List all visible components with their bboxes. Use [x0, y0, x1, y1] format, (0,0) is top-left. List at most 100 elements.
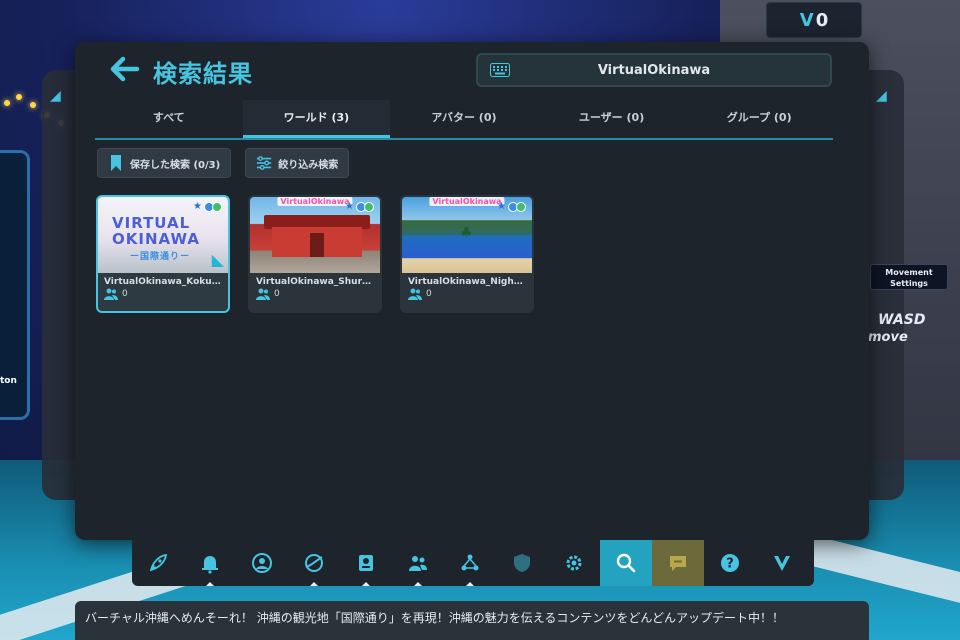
world-card[interactable]: VIRTUAL OKINAWA ー国際通りー ★ ◣ VirtualOkinaw…	[96, 195, 230, 313]
dock-indicator	[206, 582, 214, 586]
user-profile-icon	[252, 553, 272, 573]
castle-hall	[272, 227, 362, 257]
thumbnail-subtitle: ー国際通りー	[130, 252, 191, 262]
movement-settings-label: Movement Settings	[870, 264, 948, 290]
dock-messages[interactable]	[652, 540, 704, 586]
world-description-ticker: バーチャル沖縄へめんそーれ！ 沖縄の観光地「国際通り」を再現！沖縄の魅力を伝える…	[75, 601, 869, 640]
platform-quest-icon	[364, 201, 374, 212]
keyboard-icon	[490, 63, 510, 77]
world-name: VirtualOkinawa_Shurijo	[256, 277, 375, 287]
user-count: 0	[122, 289, 128, 299]
world-sign-label: ton	[0, 376, 17, 386]
page-title: 検索結果	[153, 60, 253, 88]
thumbnail-logo: VirtualOkinawa	[429, 197, 505, 206]
dock-indicator	[466, 582, 474, 586]
search-input[interactable]: VirtualOkinawa	[476, 53, 832, 87]
dock-launch[interactable]	[132, 540, 184, 586]
star-icon: ★	[193, 201, 202, 212]
world-user-count: 0	[402, 287, 532, 301]
world-card[interactable]: VirtualOkinawa ★ VirtualOkinawa_Shurijo …	[248, 195, 382, 313]
dock-indicator	[414, 582, 422, 586]
help-icon: ?	[721, 554, 739, 572]
world-thumbnail: VirtualOkinawa ♣ ★	[402, 197, 532, 273]
thumbnail-logo: VirtualOkinawa	[277, 197, 353, 206]
tab-users[interactable]: ユーザー (0)	[538, 100, 686, 138]
tab-worlds[interactable]: ワールド (3)	[242, 100, 391, 138]
world-name: VirtualOkinawa_NightBeach	[408, 277, 532, 287]
vrc-credits-badge[interactable]: V 0	[766, 2, 862, 38]
users-icon	[256, 288, 270, 300]
palm-tree-icon: ♣	[460, 225, 473, 241]
search-value: VirtualOkinawa	[597, 62, 711, 78]
dock-profile[interactable]	[236, 540, 288, 586]
world-grid: VIRTUAL OKINAWA ー国際通りー ★ ◣ VirtualOkinaw…	[96, 195, 534, 313]
social-icon	[409, 556, 427, 571]
search-results-panel: 検索結果 VirtualOkinawa すべて ワールド (3) アバター (0…	[75, 42, 869, 540]
panel-header: 検索結果 VirtualOkinawa	[75, 42, 869, 96]
vrchat-plus-icon	[774, 556, 790, 571]
world-card[interactable]: VirtualOkinawa ♣ ★ VirtualOkinawa_NightB…	[400, 195, 534, 313]
star-icon: ★	[497, 201, 506, 212]
tab-avatars[interactable]: アバター (0)	[390, 100, 538, 138]
dock-help[interactable]: ?	[704, 540, 756, 586]
safety-icon	[514, 554, 530, 572]
star-icon: ★	[345, 201, 354, 212]
advanced-filter-button[interactable]: 絞り込み検索	[245, 148, 350, 178]
vrchat-logo-icon: ◢	[876, 88, 887, 104]
svg-text:?: ?	[726, 557, 734, 572]
search-icon	[616, 553, 636, 573]
wasd-hint: WASD	[878, 312, 926, 328]
dock-settings[interactable]	[548, 540, 600, 586]
groups-icon	[461, 554, 479, 571]
dock-social[interactable]	[392, 540, 444, 586]
arrow-left-icon	[110, 56, 140, 82]
platform-quest-icon	[212, 201, 222, 212]
back-button[interactable]	[107, 52, 147, 88]
vrchat-logo-icon: ◢	[50, 88, 61, 104]
tab-all[interactable]: すべて	[95, 100, 243, 138]
dock-vrchat-plus[interactable]	[756, 540, 808, 586]
thumbnail-title: VIRTUAL OKINAWA	[112, 214, 200, 248]
user-count: 0	[426, 289, 432, 299]
move-hint: move	[868, 330, 908, 345]
bookmark-icon	[111, 155, 121, 171]
world-badges: ★	[345, 201, 374, 212]
ticker-text: バーチャル沖縄へめんそーれ！ 沖縄の観光地「国際通り」を再現！沖縄の魅力を伝える…	[85, 611, 784, 625]
avatar-icon	[359, 555, 373, 571]
vrc-credit-icon: V	[799, 9, 814, 31]
dock-notifications[interactable]	[184, 540, 236, 586]
platform-quest-icon	[516, 201, 526, 212]
world-thumbnail: VIRTUAL OKINAWA ー国際通りー ★ ◣	[98, 197, 228, 273]
dock-safety[interactable]	[496, 540, 548, 586]
saved-searches-button[interactable]: 保存した検索 (0/3)	[97, 148, 232, 178]
play-icon: ◣	[211, 250, 224, 269]
saved-searches-label: 保存した検索 (0/3)	[130, 159, 221, 171]
filter-bar: 保存した検索 (0/3) 絞り込み検索	[97, 148, 350, 178]
dock-search[interactable]	[600, 540, 652, 586]
dock-avatars[interactable]	[340, 540, 392, 586]
message-icon	[670, 556, 686, 571]
rocket-icon	[149, 553, 168, 572]
world-user-count: 0	[250, 287, 380, 301]
advanced-filter-label: 絞り込み検索	[278, 159, 339, 171]
credit-amount: 0	[815, 9, 829, 31]
settings-icon	[566, 555, 582, 571]
dock-indicator	[310, 582, 318, 586]
dock-groups[interactable]	[444, 540, 496, 586]
dock-indicator	[362, 582, 370, 586]
user-count: 0	[274, 289, 280, 299]
world-badges: ★	[193, 201, 222, 212]
world-name: VirtualOkinawa_Kokusai	[104, 277, 227, 287]
sliders-icon	[257, 156, 272, 170]
result-tabs: すべて ワールド (3) アバター (0) ユーザー (0) グループ (0)	[95, 100, 833, 140]
tab-groups[interactable]: グループ (0)	[685, 100, 833, 138]
users-icon	[104, 288, 118, 300]
world-user-count: 0	[98, 287, 228, 301]
worlds-icon	[305, 554, 323, 572]
users-icon	[408, 288, 422, 300]
main-menu-dock: ?	[132, 540, 814, 586]
dock-worlds[interactable]	[288, 540, 340, 586]
world-badges: ★	[497, 201, 526, 212]
world-thumbnail: VirtualOkinawa ★	[250, 197, 380, 273]
bell-icon	[202, 556, 218, 574]
